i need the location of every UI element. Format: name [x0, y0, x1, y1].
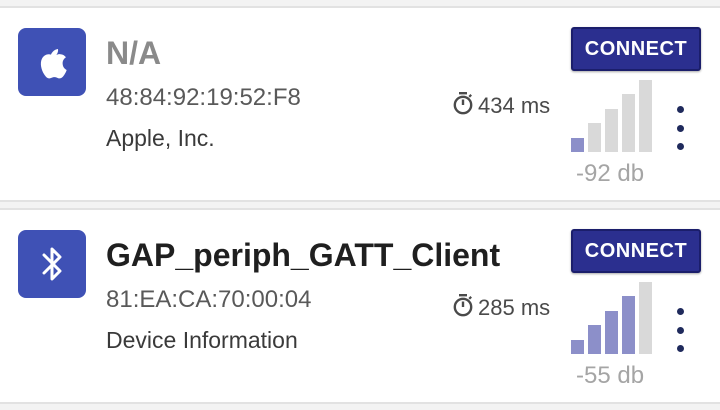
signal-bar: [588, 325, 601, 354]
timer-icon: [452, 293, 474, 323]
bluetooth-icon: [18, 230, 86, 298]
signal-bar: [605, 311, 618, 354]
signal-bar: [571, 340, 584, 354]
more-options-icon[interactable]: [670, 308, 690, 352]
signal-bar: [588, 123, 601, 152]
device-card[interactable]: GAP_periph_GATT_Client 81:EA:CA:70:00:04…: [0, 208, 720, 404]
device-list: N/A 48:84:92:19:52:F8 Apple, Inc. 434 ms…: [0, 0, 720, 410]
signal-bar: [639, 282, 652, 354]
signal-bar: [622, 296, 635, 354]
rssi-value: -92 db: [576, 160, 645, 187]
signal-strength-icon: [571, 280, 661, 354]
connect-button[interactable]: CONNECT: [571, 27, 701, 71]
connect-button[interactable]: CONNECT: [571, 229, 701, 273]
mac-address: 48:84:92:19:52:F8: [106, 84, 301, 111]
service-label: Device Information: [106, 327, 298, 353]
device-card[interactable]: N/A 48:84:92:19:52:F8 Apple, Inc. 434 ms…: [0, 6, 720, 202]
interval-value: 285 ms: [478, 295, 551, 320]
more-options-icon[interactable]: [670, 106, 690, 150]
device-name: N/A: [106, 35, 162, 71]
manufacturer-label: Apple, Inc.: [106, 125, 215, 151]
advertising-interval: 285 ms: [452, 293, 550, 323]
signal-bar: [571, 138, 584, 152]
rssi-value: -55 db: [576, 362, 645, 389]
signal-bar: [605, 109, 618, 152]
signal-bar: [639, 80, 652, 152]
timer-icon: [452, 91, 474, 121]
signal-strength-icon: [571, 78, 661, 152]
mac-address: 81:EA:CA:70:00:04: [106, 286, 312, 313]
signal-bar: [622, 94, 635, 152]
apple-icon: [18, 28, 86, 96]
advertising-interval: 434 ms: [452, 91, 550, 121]
device-name: GAP_periph_GATT_Client: [106, 237, 501, 273]
interval-value: 434 ms: [478, 93, 551, 118]
